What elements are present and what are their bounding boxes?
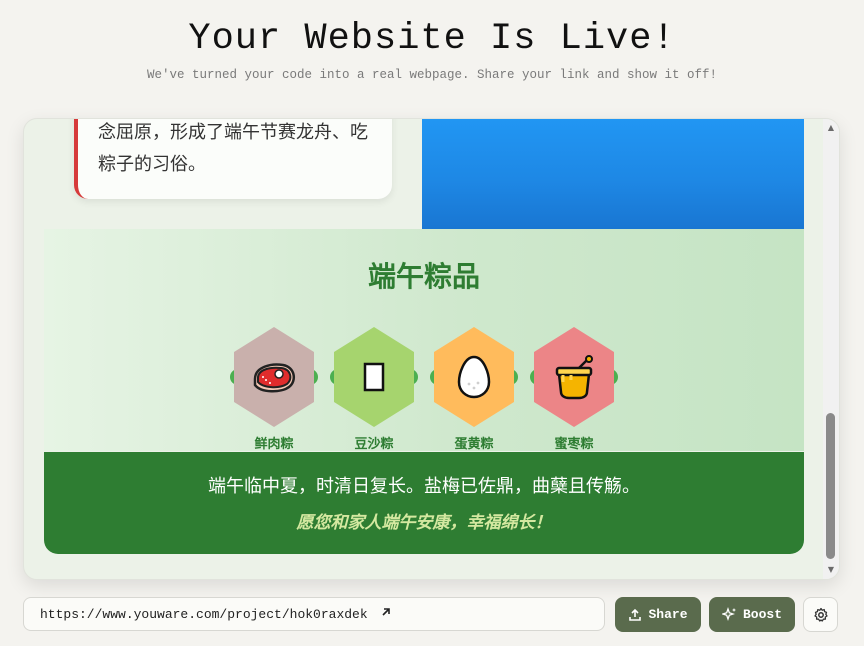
page-subtitle: We've turned your code into a real webpa… — [146, 68, 718, 82]
share-button[interactable]: Share — [615, 597, 701, 632]
zongzi-label: 鲜肉粽 — [254, 437, 294, 452]
zongzi-item-meat[interactable]: 鲜肉粽 — [230, 327, 318, 457]
hexagon — [334, 327, 414, 427]
gear-icon — [813, 607, 828, 622]
settings-button[interactable] — [803, 597, 838, 632]
zongzi-item-egg[interactable]: 蛋黄粽 — [430, 327, 518, 457]
scroll-down-arrow-icon[interactable]: ▼ — [823, 563, 839, 577]
scroll-up-arrow-icon[interactable]: ▲ — [823, 121, 839, 135]
project-url-field[interactable]: https://www.youware.com/project/hok0raxd… — [23, 597, 605, 631]
section-title: 端午粽品 — [367, 260, 480, 293]
preview-viewport: 念屈原，形成了端午节赛龙舟、吃粽子的习俗。 端午粽品 鲜肉粽 豆沙粽 蛋黄粽 蜜… — [24, 119, 821, 579]
share-label: Share — [648, 607, 688, 622]
project-url[interactable]: https://www.youware.com/project/hok0raxd… — [40, 607, 368, 622]
bean-box-icon — [363, 362, 385, 392]
egg-icon — [457, 355, 491, 399]
website-preview-frame[interactable]: 念屈原，形成了端午节赛龙舟、吃粽子的习俗。 端午粽品 鲜肉粽 豆沙粽 蛋黄粽 蜜… — [23, 118, 840, 580]
zongzi-item-jujube[interactable]: 蜜枣粽 — [530, 327, 618, 457]
zongzi-label: 蛋黄粽 — [454, 437, 494, 452]
history-card-text: 念屈原，形成了端午节赛龙舟、吃粽子的习俗。 — [98, 122, 368, 175]
scrollbar-thumb[interactable] — [826, 413, 835, 559]
preview-footer: 端午临中夏，时清日复长。盐梅已佐鼎，曲蘖且传觞。 愿您和家人端午安康，幸福绵长！ — [44, 452, 804, 554]
zongzi-label: 豆沙粽 — [354, 437, 394, 452]
zongzi-label: 蜜枣粽 — [554, 437, 594, 452]
blue-image-block — [422, 119, 804, 229]
sparkle-icon — [721, 607, 736, 621]
hexagon — [534, 327, 614, 427]
footer-poem: 端午临中夏，时清日复长。盐梅已佐鼎，曲蘖且传觞。 — [208, 476, 640, 497]
external-link-icon[interactable] — [380, 606, 392, 623]
boost-button[interactable]: Boost — [709, 597, 795, 632]
upload-icon — [629, 608, 642, 621]
hexagon — [434, 327, 514, 427]
history-card: 念屈原，形成了端午节赛龙舟、吃粽子的习俗。 — [74, 119, 392, 199]
footer-blessing: 愿您和家人端午安康，幸福绵长！ — [296, 513, 552, 533]
meat-icon — [253, 363, 296, 393]
preview-scrollbar[interactable]: ▲ ▼ — [823, 119, 839, 579]
boost-label: Boost — [742, 607, 782, 622]
honey-pot-icon — [555, 355, 593, 400]
zongzi-list: 鲜肉粽 豆沙粽 蛋黄粽 蜜枣粽 — [230, 327, 634, 457]
zongzi-item-bean[interactable]: 豆沙粽 — [330, 327, 418, 457]
hexagon — [234, 327, 314, 427]
page-title: Your Website Is Live! — [188, 18, 676, 60]
zongzi-section: 端午粽品 鲜肉粽 豆沙粽 蛋黄粽 蜜枣粽 — [44, 229, 804, 452]
